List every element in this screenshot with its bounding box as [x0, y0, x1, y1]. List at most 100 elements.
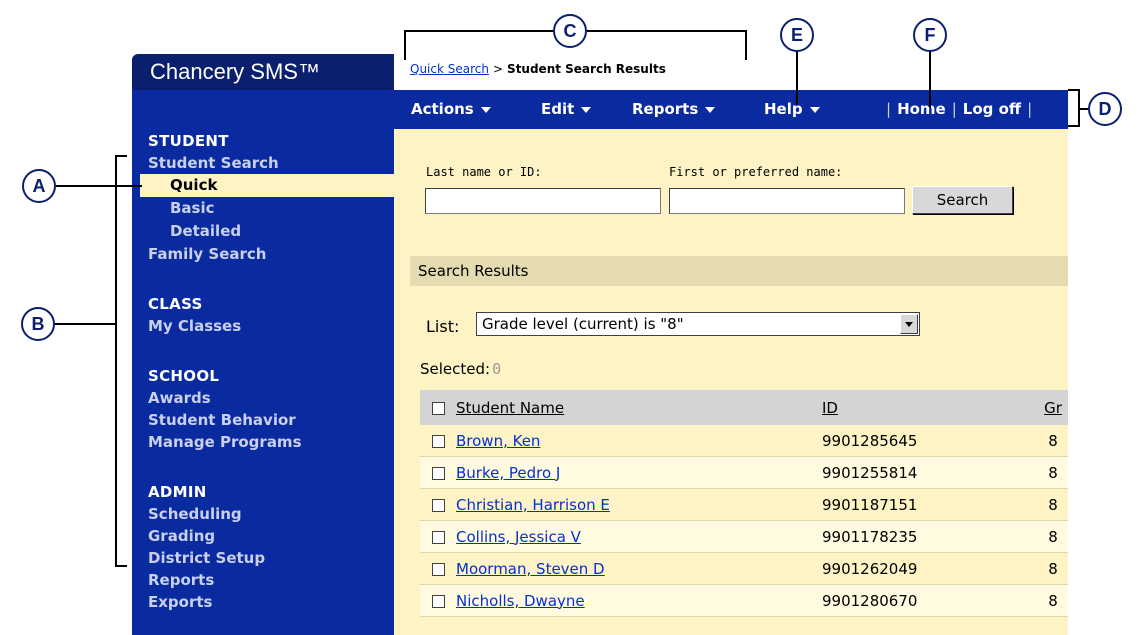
sidebar-item-student-search[interactable]: Student Search — [132, 152, 394, 174]
menu-reports[interactable]: Reports — [632, 100, 716, 118]
row-checkbox-cell — [420, 552, 456, 585]
callout-b-line — [55, 323, 116, 325]
selected-label: Selected: — [420, 360, 491, 378]
student-grade-cell: 8 — [1038, 425, 1068, 457]
table-row: Brown, Ken 9901285645 8 — [420, 425, 1068, 457]
sort-gr[interactable]: Gr — [1044, 399, 1062, 417]
sidebar-item-quick[interactable]: Quick — [140, 174, 394, 197]
sidebar-item-district-setup[interactable]: District Setup — [132, 547, 394, 569]
student-name-link[interactable]: Collins, Jessica V — [456, 528, 581, 546]
callout-f: F — [913, 18, 947, 52]
sidebar-heading-school: SCHOOL — [148, 367, 220, 385]
sidebar-item-reports[interactable]: Reports — [132, 569, 394, 591]
home-link[interactable]: Home — [897, 100, 946, 118]
menu-bar: Actions Edit Reports Help | Home | Log off | — [394, 90, 1068, 129]
sidebar-heading-class: CLASS — [148, 295, 203, 313]
list-label: List: — [426, 317, 460, 336]
first-name-label: First or preferred name: — [669, 165, 843, 179]
callout-a-line — [56, 185, 142, 187]
row-checkbox-cell — [420, 456, 456, 489]
logoff-link[interactable]: Log off — [963, 100, 1021, 118]
sort-student-name[interactable]: Student Name — [456, 399, 564, 417]
menu-edit[interactable]: Edit — [541, 100, 592, 118]
student-id-cell: 9901280670 — [822, 584, 1038, 617]
sidebar-item-grading[interactable]: Grading — [132, 525, 394, 547]
selected-count: Selected: 0 — [420, 360, 501, 378]
sidebar-item-manage-programs[interactable]: Manage Programs — [132, 431, 394, 453]
row-checkbox[interactable] — [431, 530, 445, 544]
student-id-cell: 9901285645 — [822, 425, 1038, 457]
student-grade-cell: 8 — [1038, 488, 1068, 521]
menu-reports-label: Reports — [632, 100, 699, 118]
sidebar-heading-student: STUDENT — [148, 132, 229, 150]
table-row: Moorman, Steven D 9901262049 8 — [420, 552, 1068, 585]
student-grade-cell: 8 — [1038, 520, 1068, 553]
menu-actions-label: Actions — [411, 100, 474, 118]
callout-d-bracket-top — [1068, 89, 1080, 91]
callout-d: D — [1088, 92, 1122, 126]
row-checkbox[interactable] — [431, 466, 445, 480]
last-name-input[interactable] — [425, 188, 661, 214]
callout-c-line-right — [587, 30, 747, 32]
student-name-cell: Brown, Ken — [456, 425, 822, 457]
column-header-gr: Gr — [1038, 390, 1068, 425]
callout-c-tick-left — [404, 30, 406, 60]
callout-c-line-left — [404, 30, 554, 32]
last-name-label: Last name or ID: — [426, 165, 542, 179]
student-name-link[interactable]: Brown, Ken — [456, 432, 540, 450]
menu-help[interactable]: Help — [764, 100, 820, 118]
table-row: Collins, Jessica V 9901178235 8 — [420, 520, 1068, 553]
table-row: Burke, Pedro J 9901255814 8 — [420, 456, 1068, 489]
row-checkbox-cell — [420, 425, 456, 457]
sidebar-item-scheduling[interactable]: Scheduling — [132, 503, 394, 525]
menu-right-links: | Home | Log off | — [880, 100, 1038, 118]
row-checkbox[interactable] — [431, 594, 445, 608]
sort-id[interactable]: ID — [822, 399, 838, 417]
menu-divider: | — [951, 100, 957, 118]
sidebar-heading-admin: ADMIN — [148, 483, 207, 501]
student-name-link[interactable]: Moorman, Steven D — [456, 560, 605, 578]
student-name-link[interactable]: Christian, Harrison E — [456, 496, 610, 514]
student-grade-cell: 8 — [1038, 552, 1068, 585]
student-name-link[interactable]: Nicholls, Dwayne — [456, 592, 585, 610]
sidebar-item-basic[interactable]: Basic — [132, 197, 394, 220]
sidebar-item-exports[interactable]: Exports — [132, 591, 394, 613]
menu-actions[interactable]: Actions — [411, 100, 491, 118]
breadcrumb: Quick Search > Student Search Results — [410, 62, 666, 76]
sidebar-nav: STUDENT Student Search Quick Basic Detai… — [132, 130, 394, 613]
sidebar-item-my-classes[interactable]: My Classes — [132, 315, 394, 337]
column-header-student-name: Student Name — [456, 390, 822, 425]
callout-c: C — [553, 14, 587, 48]
first-name-input[interactable] — [669, 188, 905, 214]
callout-b-bracket-top — [115, 155, 127, 157]
sidebar-item-student-behavior[interactable]: Student Behavior — [132, 409, 394, 431]
student-name-cell: Moorman, Steven D — [456, 552, 822, 585]
search-button[interactable]: Search — [912, 186, 1013, 214]
list-select[interactable]: Grade level (current) is "8" — [476, 312, 920, 336]
student-id-cell: 9901255814 — [822, 456, 1038, 489]
select-all-checkbox[interactable] — [431, 401, 445, 415]
student-name-cell: Nicholls, Dwayne — [456, 584, 822, 617]
sidebar-item-detailed[interactable]: Detailed — [132, 220, 394, 243]
callout-e-line — [796, 50, 798, 105]
sidebar-item-awards[interactable]: Awards — [132, 387, 394, 409]
student-id-cell: 9901262049 — [822, 552, 1038, 585]
chevron-down-icon[interactable] — [900, 314, 918, 334]
table-row: Nicholls, Dwayne 9901280670 8 — [420, 584, 1068, 617]
row-checkbox-cell — [420, 488, 456, 521]
row-checkbox[interactable] — [431, 498, 445, 512]
callout-b: B — [21, 307, 55, 341]
row-checkbox[interactable] — [431, 562, 445, 576]
row-checkbox[interactable] — [431, 434, 445, 448]
student-grade-cell: 8 — [1038, 584, 1068, 617]
student-name-link[interactable]: Burke, Pedro J — [456, 464, 560, 482]
student-name-cell: Burke, Pedro J — [456, 456, 822, 489]
list-select-value: Grade level (current) is "8" — [482, 315, 684, 333]
callout-b-bracket — [115, 155, 117, 567]
table-header-row: Student Name ID Gr — [420, 390, 1068, 425]
sidebar-item-family-search[interactable]: Family Search — [132, 243, 394, 265]
callout-a: A — [22, 169, 56, 203]
app-title: Chancery SMS™ — [132, 54, 394, 90]
menu-edit-label: Edit — [541, 100, 575, 118]
breadcrumb-link-quick-search[interactable]: Quick Search — [410, 62, 489, 76]
